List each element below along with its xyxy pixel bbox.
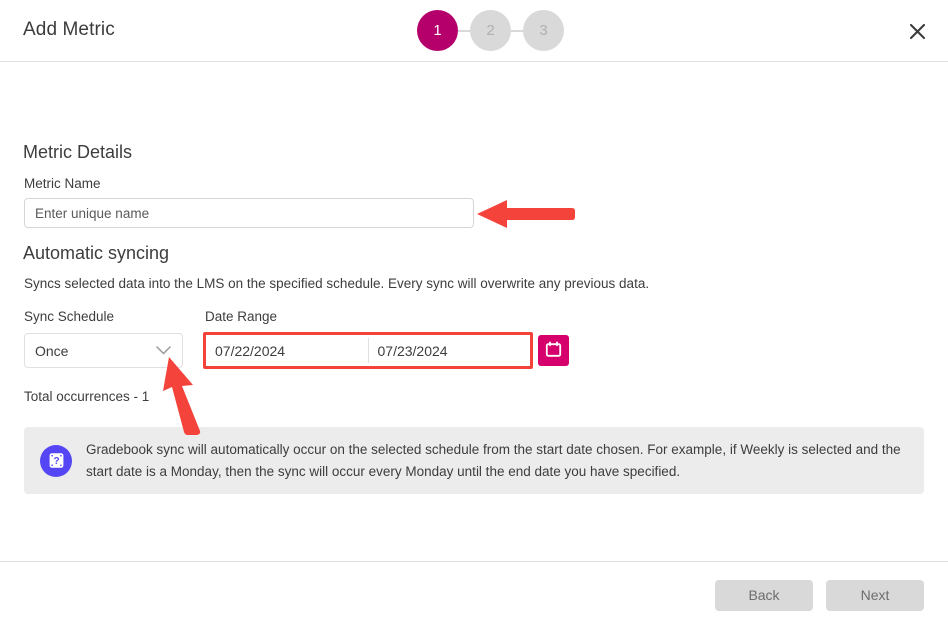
stepper-step-2-label: 2 <box>486 22 495 39</box>
question-help-icon: ? <box>40 444 72 477</box>
automatic-syncing-heading: Automatic syncing <box>23 243 170 263</box>
sync-schedule-label: Sync Schedule <box>24 309 115 324</box>
metric-name-label: Metric Name <box>24 176 101 191</box>
next-button[interactable]: Next <box>826 579 924 611</box>
close-button[interactable] <box>900 14 934 48</box>
stepper-connector-1 <box>458 29 470 32</box>
dialog-footer: Back Next <box>0 561 948 628</box>
sync-schedule-select-box[interactable]: Once <box>24 333 183 368</box>
metric-name-input[interactable] <box>24 198 474 228</box>
automatic-syncing-description: Syncs selected data into the LMS on the … <box>24 276 650 291</box>
stepper-step-1[interactable]: 1 <box>417 10 458 51</box>
wizard-stepper: 1 2 3 <box>417 10 564 51</box>
date-range-group <box>203 332 569 369</box>
arrow-left-icon <box>477 198 575 230</box>
sync-schedule-value: Once <box>35 342 69 359</box>
end-date-input[interactable] <box>368 335 530 366</box>
date-range-fields <box>203 332 533 369</box>
metric-details-heading: Metric Details <box>23 142 133 162</box>
stepper-step-2[interactable]: 2 <box>470 10 511 51</box>
calendar-picker-button[interactable] <box>538 335 569 366</box>
stepper-step-1-label: 1 <box>433 22 442 39</box>
date-range-label: Date Range <box>205 309 278 324</box>
dialog-header: Add Metric 1 2 3 <box>0 0 948 62</box>
dialog-title: Add Metric <box>23 19 115 40</box>
stepper-step-3-label: 3 <box>539 22 548 39</box>
svg-text:?: ? <box>53 456 59 467</box>
stepper-step-3[interactable]: 3 <box>523 10 564 51</box>
start-date-input[interactable] <box>206 335 368 366</box>
back-button[interactable]: Back <box>715 579 813 611</box>
info-banner-text: Gradebook sync will automatically occur … <box>86 441 901 479</box>
stepper-connector-2 <box>511 29 523 32</box>
dialog-body: Metric Details Metric Name Automatic syn… <box>0 62 948 561</box>
close-icon <box>909 23 926 40</box>
info-banner: ? Gradebook sync will automatically occu… <box>24 427 924 494</box>
total-occurrences-text: Total occurrences - 1 <box>24 389 150 404</box>
add-metric-dialog: Add Metric 1 2 3 Metric Details Metric N… <box>0 0 948 628</box>
calendar-icon <box>545 340 562 361</box>
sync-schedule-select[interactable]: Once <box>24 333 183 368</box>
